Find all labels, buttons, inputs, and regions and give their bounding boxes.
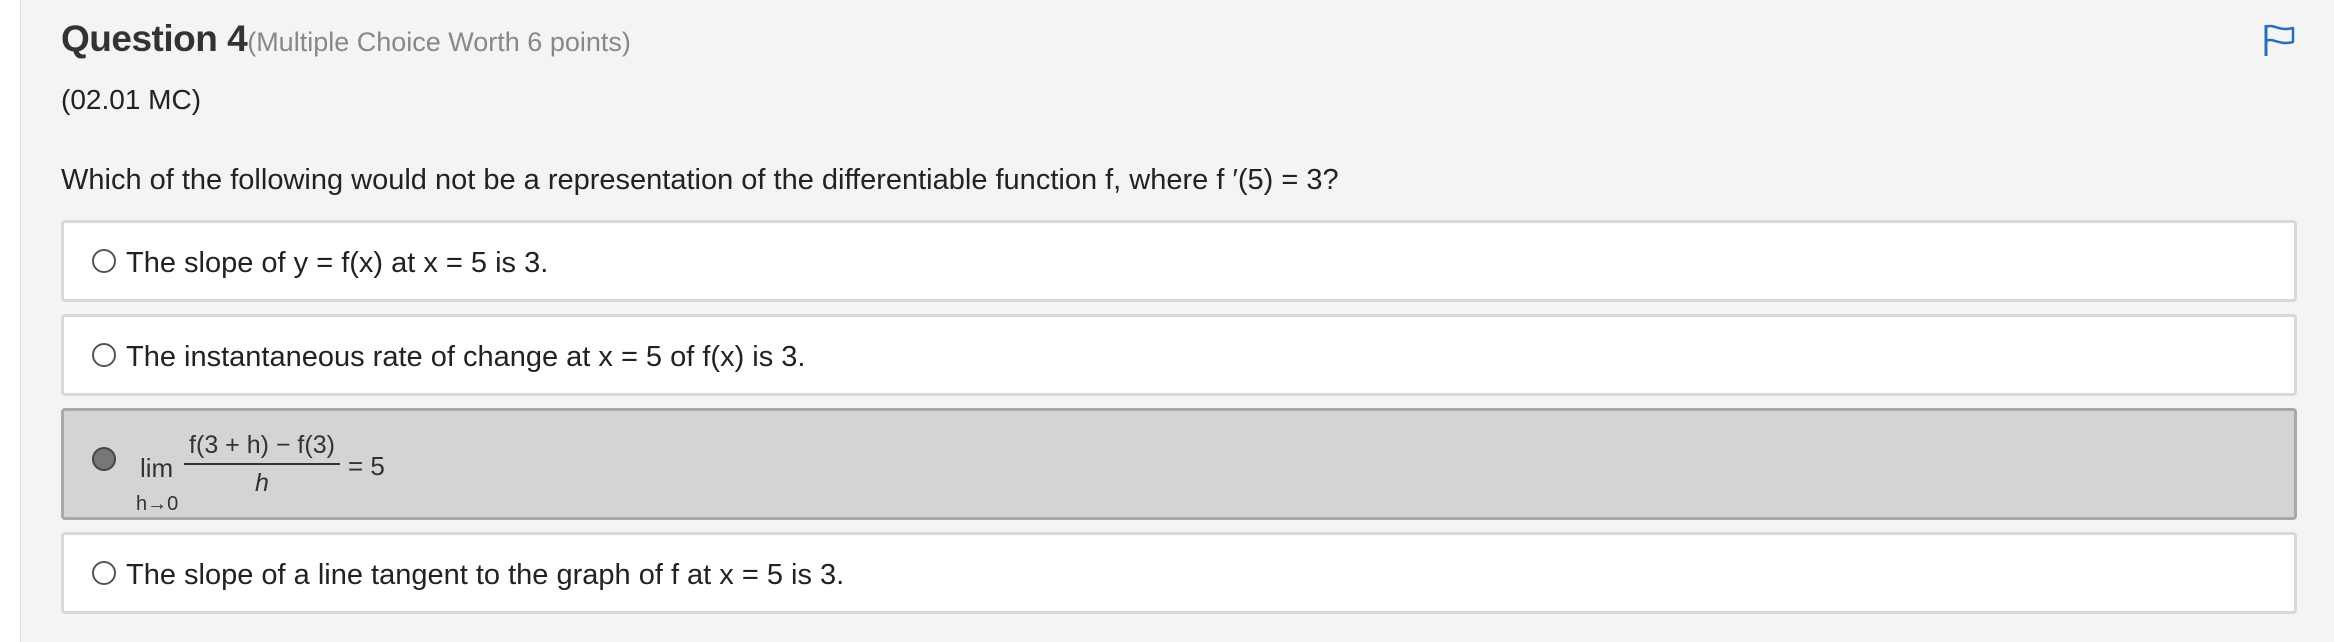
radio-button-b[interactable] — [92, 343, 116, 367]
answer-option-a-label: The slope of y = f(x) at x = 5 is 3. — [126, 247, 549, 279]
flag-icon[interactable] — [2261, 22, 2297, 58]
radio-button-c-selected[interactable] — [92, 447, 116, 471]
limit-value: = 5 — [348, 451, 385, 481]
difference-quotient: f(3 + h) − f(3) h — [182, 429, 342, 499]
answer-option-d-label: The slope of a line tangent to the graph… — [126, 559, 845, 591]
question-text: Which of the following would not be a re… — [61, 164, 1339, 196]
question-header: Question 4(Multiple Choice Worth 6 point… — [61, 18, 631, 60]
fraction-bar — [184, 463, 340, 465]
answer-option-b[interactable]: The instantaneous rate of change at x = … — [61, 314, 2297, 396]
answer-option-a[interactable]: The slope of y = f(x) at x = 5 is 3. — [61, 220, 2297, 302]
fraction-denominator: h — [255, 469, 269, 497]
limit-operator: lim — [140, 453, 174, 483]
answer-option-d[interactable]: The slope of a line tangent to the graph… — [61, 532, 2297, 614]
fraction-numerator: f(3 + h) − f(3) — [189, 431, 335, 459]
question-code: (02.01 MC) — [61, 84, 202, 115]
radio-button-a[interactable] — [92, 249, 116, 273]
radio-button-d[interactable] — [92, 561, 116, 585]
answer-option-c[interactable]: lim h→0 f(3 + h) − f(3) h = 5 — [61, 408, 2297, 520]
answer-options: The slope of y = f(x) at x = 5 is 3. The… — [61, 220, 2297, 626]
question-panel: Question 4(Multiple Choice Worth 6 point… — [20, 0, 2334, 642]
answer-option-b-label: The instantaneous rate of change at x = … — [126, 341, 806, 373]
question-worth: (Multiple Choice Worth 6 points) — [247, 27, 631, 57]
limit-subscript: h→0 — [136, 493, 179, 515]
question-title: Question 4 — [61, 18, 248, 59]
